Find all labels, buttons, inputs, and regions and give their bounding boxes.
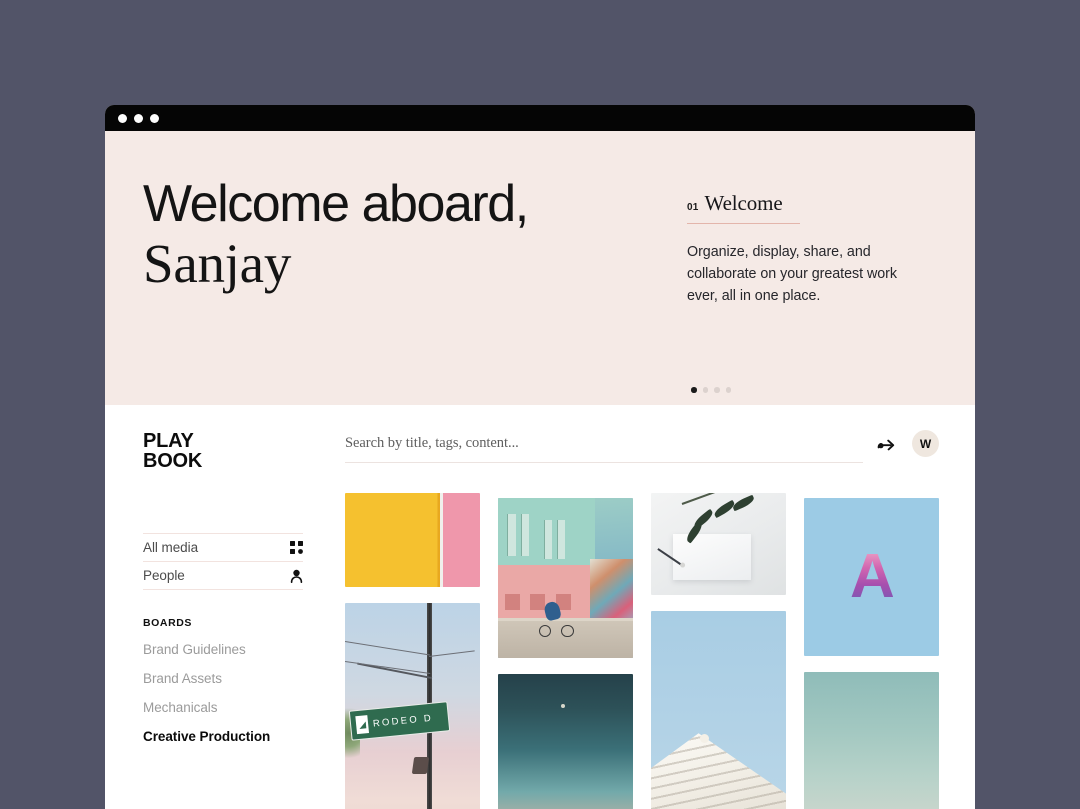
street-sign: ◢ RODEO D (349, 701, 451, 741)
media-tile-envelope-olive-branch[interactable] (651, 493, 786, 595)
media-tile-teal-gradient[interactable] (804, 672, 939, 809)
boards-section-header: BOARDS (143, 617, 192, 630)
bicycle-wheel (560, 624, 574, 638)
media-tile-dusk-sky[interactable] (498, 674, 633, 809)
window-titlebar (105, 105, 975, 131)
roof-ribs (651, 733, 786, 809)
power-wire (345, 641, 431, 657)
sidebar-item-label: People (143, 568, 185, 584)
swirl-arrow-icon[interactable] (877, 436, 897, 452)
search-field-wrapper (345, 434, 863, 463)
grid-column-3 (651, 493, 786, 809)
logo-line-book: BOOK (143, 449, 203, 472)
window-pane (557, 520, 566, 559)
media-tile-pastel-street-cyclist[interactable] (498, 498, 633, 658)
welcome-heading: 01 Welcome (687, 191, 800, 224)
sidebar-item-brand-guidelines[interactable]: Brand Guidelines (143, 642, 340, 657)
sidebar-item-people[interactable]: People (143, 562, 303, 591)
avatar[interactable]: W (912, 430, 939, 457)
carousel-dot-1[interactable] (691, 387, 697, 393)
arrow-icon: ◢ (356, 715, 370, 735)
street-lamp (411, 756, 429, 774)
media-tile-letter-a-poster[interactable]: A (804, 498, 939, 656)
envelope-card (672, 533, 751, 580)
sidebar: PLAY BOOK All media People BOARDS Brand … (105, 405, 340, 809)
playbook-logo[interactable]: PLAY BOOK (143, 430, 340, 472)
minimize-button[interactable] (134, 113, 143, 123)
power-wire (428, 650, 475, 658)
roof-apex (699, 733, 709, 743)
logo-line-play: PLAY (143, 430, 194, 452)
grid-column-1: ◢ RODEO D (345, 493, 480, 809)
quick-nav: All media People (143, 533, 303, 591)
topbar: W (345, 430, 939, 467)
media-tile-rodeo-drive-sign[interactable]: ◢ RODEO D (345, 603, 480, 809)
window-pane (520, 514, 530, 556)
welcome-step-number: 01 (687, 202, 699, 213)
grid-column-4: A (804, 493, 939, 809)
bicycle-wheel (538, 624, 552, 638)
media-tile-white-architecture[interactable] (651, 611, 786, 809)
boards-list: Brand Guidelines Brand Assets Mechanical… (143, 642, 340, 744)
hero-banner: Welcome aboard, Sanjay 01 Welcome Organi… (105, 131, 975, 405)
close-button[interactable] (118, 113, 127, 123)
carousel-dot-3[interactable] (714, 387, 720, 393)
street-sign-text: RODEO D (372, 712, 434, 730)
person-icon (290, 569, 303, 583)
sidebar-item-brand-assets[interactable]: Brand Assets (143, 671, 340, 686)
moon (561, 704, 566, 709)
welcome-panel: 01 Welcome Organize, display, share, and… (687, 191, 913, 308)
browser-window: Welcome aboard, Sanjay 01 Welcome Organi… (105, 105, 975, 809)
letter-a-glyph: A (850, 542, 895, 611)
sidebar-item-all-media[interactable]: All media (143, 534, 303, 563)
window-pane (504, 594, 520, 610)
cyclist (538, 600, 574, 638)
carousel-dot-2[interactable] (702, 387, 708, 393)
sidebar-item-label: All media (143, 540, 199, 556)
grid-icon (290, 541, 303, 555)
search-input[interactable] (345, 435, 863, 452)
topbar-actions: W (877, 430, 939, 467)
welcome-step-label: Welcome (704, 191, 783, 215)
media-grid: ◢ RODEO D A (345, 493, 939, 809)
maximize-button[interactable] (150, 113, 159, 123)
carousel-dots[interactable] (691, 387, 731, 393)
main-content: W ◢ (340, 405, 975, 809)
sidebar-item-mechanicals[interactable]: Mechanicals (143, 700, 340, 715)
app-body: PLAY BOOK All media People BOARDS Brand … (105, 405, 975, 809)
window-pane (507, 514, 516, 556)
window-pane (543, 520, 552, 559)
carousel-dot-4[interactable] (725, 387, 731, 393)
olive-leaf (731, 494, 756, 512)
welcome-description: Organize, display, share, and collaborat… (687, 244, 897, 304)
media-tile-yellow-pink-wall[interactable] (345, 493, 480, 587)
sidebar-item-creative-production[interactable]: Creative Production (143, 729, 340, 744)
cyclist-body (542, 600, 562, 622)
power-wire (345, 660, 431, 675)
grid-column-2 (498, 493, 633, 809)
